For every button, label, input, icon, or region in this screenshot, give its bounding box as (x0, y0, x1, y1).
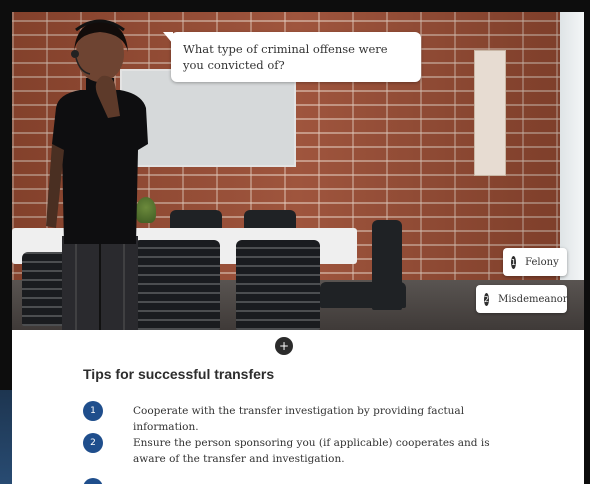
tip-text: Cooperate with the transfer investigatio… (133, 405, 465, 433)
chair (320, 282, 406, 308)
app-frame: What type of criminal offense were you c… (0, 0, 590, 484)
option-label: Misdemeanor (498, 293, 568, 305)
tip-item: 1 Cooperate with the transfer investigat… (83, 401, 493, 435)
option-number-badge: 2 (484, 292, 490, 306)
tip-number-badge: 2 (83, 433, 103, 453)
chair (236, 240, 320, 330)
tip-item: 2 Ensure the person sponsoring you (if a… (83, 433, 493, 467)
plus-icon: + (278, 339, 290, 353)
presenter-avatar (46, 19, 148, 330)
expand-plus-button[interactable]: + (275, 337, 293, 355)
option-felony-button[interactable]: 1 Felony (503, 248, 567, 276)
option-label: Felony (525, 256, 559, 268)
question-text: What type of criminal offense were you c… (183, 42, 388, 72)
option-number-badge: 1 (511, 255, 517, 269)
option-misdemeanor-button[interactable]: 2 Misdemeanor (476, 285, 568, 313)
tip-number-badge: 1 (83, 401, 103, 421)
question-bubble: What type of criminal offense were you c… (163, 32, 421, 82)
tips-heading: Tips for successful transfers (83, 366, 275, 382)
wall-art (474, 50, 506, 176)
scenario-scene: What type of criminal offense were you c… (12, 12, 584, 330)
tip-text: Ensure the person sponsoring you (if app… (133, 437, 490, 465)
